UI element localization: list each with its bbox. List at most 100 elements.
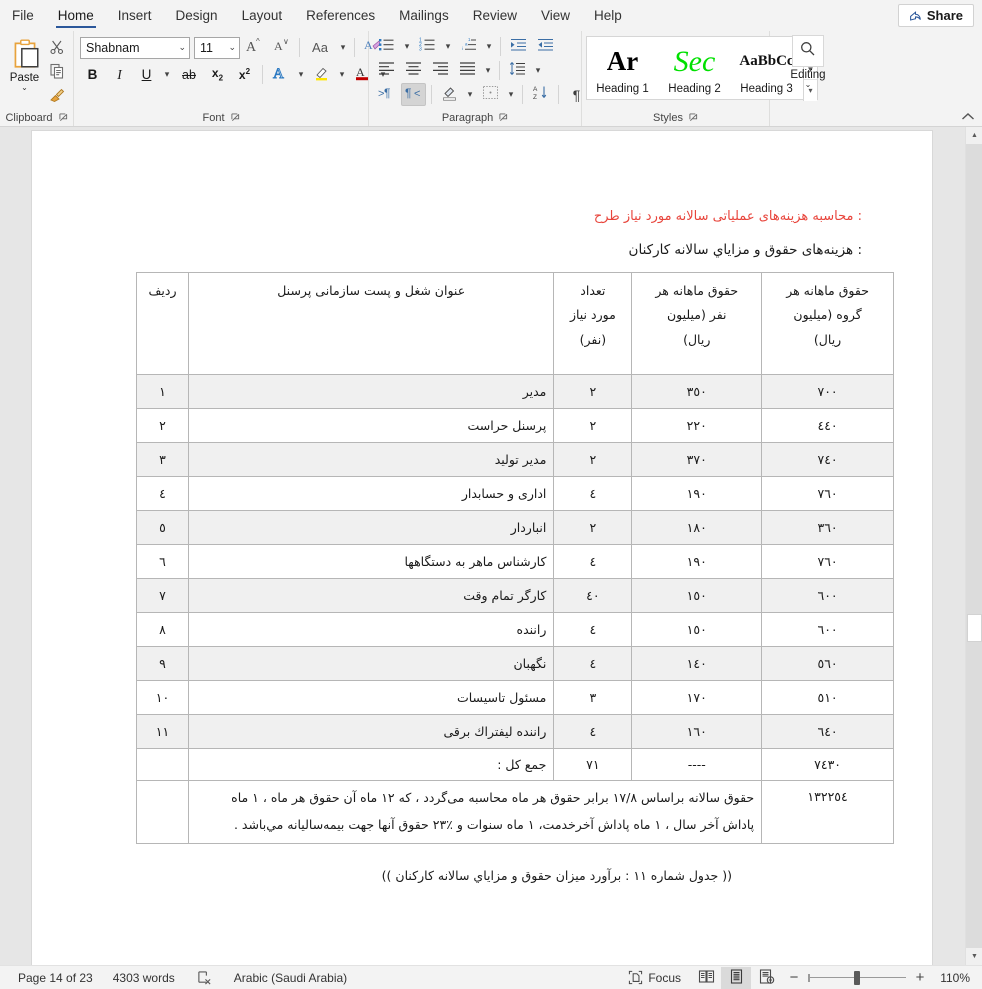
text-effects-button[interactable]: A bbox=[268, 63, 293, 86]
dialog-launcher-icon[interactable] bbox=[499, 113, 508, 122]
zoom-out-button[interactable]: − bbox=[787, 969, 801, 987]
underline-caret[interactable]: ▾ bbox=[161, 63, 173, 86]
tab-references[interactable]: References bbox=[294, 0, 387, 31]
cell-radif: ١ bbox=[136, 374, 189, 409]
table-row[interactable]: ٧٤٠ ٣٧٠ ٢ مدیر تولید ٣ bbox=[136, 442, 894, 477]
line-spacing-button[interactable] bbox=[505, 59, 530, 82]
tab-mailings[interactable]: Mailings bbox=[387, 0, 461, 31]
document-canvas[interactable]: محاسبه هزینه‌های عملیاتی سالانه مورد نیا… bbox=[0, 127, 982, 965]
table-row[interactable]: ٤٤٠ ٢٢٠ ٢ پرسنل حراست ٢ bbox=[136, 408, 894, 443]
tab-help[interactable]: Help bbox=[582, 0, 634, 31]
scrollbar-thumb[interactable] bbox=[967, 614, 982, 642]
rtl-text-direction-button[interactable]: ¶ < bbox=[401, 83, 426, 106]
copy-button[interactable] bbox=[45, 62, 68, 84]
print-layout-button[interactable] bbox=[721, 966, 751, 989]
align-right-button[interactable] bbox=[428, 59, 453, 82]
format-painter-icon bbox=[49, 87, 65, 108]
table-total-row[interactable]: ٧٤٣٠ ---- ٧١ جمع كل : bbox=[136, 748, 894, 781]
page-indicator[interactable]: Page 14 of 23 bbox=[8, 971, 103, 985]
document-vertical-scrollbar[interactable]: ▲ ▼ bbox=[965, 127, 982, 965]
justify-button[interactable] bbox=[455, 59, 480, 82]
language-indicator[interactable]: Arabic (Saudi Arabia) bbox=[224, 971, 357, 985]
cell-radif: ٨ bbox=[136, 612, 189, 647]
table-row[interactable]: ٧٠٠ ٣٥٠ ٢ مدیر ١ bbox=[136, 374, 894, 409]
tab-design[interactable]: Design bbox=[164, 0, 230, 31]
tab-home[interactable]: Home bbox=[46, 0, 106, 31]
tab-layout[interactable]: Layout bbox=[230, 0, 295, 31]
grow-font-button[interactable]: A ^ bbox=[242, 36, 267, 59]
justify-caret[interactable]: ▾ bbox=[482, 59, 494, 82]
align-center-button[interactable] bbox=[401, 59, 426, 82]
increase-indent-button[interactable] bbox=[533, 35, 558, 58]
word-count[interactable]: 4303 words bbox=[103, 971, 185, 985]
text-highlight-caret[interactable]: ▾ bbox=[336, 63, 348, 86]
cell-per-person: ١٥٠ bbox=[631, 612, 763, 647]
numbering-button[interactable]: 123 bbox=[415, 35, 440, 58]
text-highlight-button[interactable] bbox=[309, 63, 334, 86]
bold-button[interactable]: B bbox=[80, 63, 105, 86]
borders-caret[interactable]: ▾ bbox=[505, 83, 517, 106]
ltr-text-direction-button[interactable]: > ¶ bbox=[374, 83, 399, 106]
table-row[interactable]: ٦٤٠ ١٦٠ ٤ راننده لیفتراك برقی ١١ bbox=[136, 714, 894, 749]
style-heading-1[interactable]: Ar Heading 1 bbox=[587, 37, 659, 99]
style-heading-2[interactable]: Sec Heading 2 bbox=[659, 37, 731, 99]
table-row[interactable]: ٧٦٠ ١٩٠ ٤ كارشناس ماهر به دستگاهها ٦ bbox=[136, 544, 894, 579]
proofing-status-button[interactable] bbox=[185, 970, 224, 985]
dialog-launcher-icon[interactable] bbox=[230, 113, 240, 122]
tab-view[interactable]: View bbox=[529, 0, 582, 31]
tab-insert[interactable]: Insert bbox=[106, 0, 164, 31]
salary-table[interactable]: حقوق ماهانه هر گروه (میلیون ریال) حقوق م… bbox=[136, 272, 894, 844]
table-row[interactable]: ٥٦٠ ١٤٠ ٤ نگهبان ٩ bbox=[136, 646, 894, 681]
decrease-indent-button[interactable] bbox=[506, 35, 531, 58]
table-row[interactable]: ٧٦٠ ١٩٠ ٤ اداری و حسابدار ٤ bbox=[136, 476, 894, 511]
multilevel-list-button[interactable]: 1ai bbox=[456, 35, 481, 58]
dialog-launcher-icon[interactable] bbox=[58, 113, 68, 122]
scroll-down-button[interactable]: ▼ bbox=[966, 948, 982, 965]
collapse-ribbon-icon[interactable] bbox=[960, 109, 976, 125]
italic-button[interactable]: I bbox=[107, 63, 132, 86]
table-row[interactable]: ٦٠٠ ١٥٠ ٤٠ كارگر تمام وقت ٧ bbox=[136, 578, 894, 613]
scroll-up-button[interactable]: ▲ bbox=[966, 127, 982, 144]
line-spacing-caret[interactable]: ▾ bbox=[532, 59, 544, 82]
sort-button[interactable]: AZ bbox=[528, 83, 553, 106]
paragraph-group-label: Paragraph bbox=[441, 111, 494, 124]
font-size-combobox[interactable]: 11 ⌄ bbox=[194, 36, 240, 59]
tab-file[interactable]: File bbox=[0, 0, 46, 31]
format-painter-button[interactable] bbox=[45, 86, 68, 108]
paste-button[interactable]: Paste ⌄ bbox=[4, 35, 45, 92]
zoom-level[interactable]: 110% bbox=[934, 971, 972, 985]
paragraph-shading-caret[interactable]: ▾ bbox=[464, 83, 476, 106]
align-left-button[interactable] bbox=[374, 59, 399, 82]
change-case-button[interactable]: Aa bbox=[305, 36, 335, 59]
zoom-slider[interactable] bbox=[808, 970, 906, 986]
strikethrough-button[interactable]: ab bbox=[175, 63, 203, 86]
underline-button[interactable]: U bbox=[134, 63, 159, 86]
tab-review[interactable]: Review bbox=[461, 0, 529, 31]
web-layout-button[interactable] bbox=[751, 967, 781, 989]
cut-button[interactable] bbox=[45, 38, 68, 60]
scrollbar-track[interactable] bbox=[966, 144, 982, 948]
superscript-button[interactable]: x2 bbox=[232, 63, 257, 86]
text-effects-caret[interactable]: ▾ bbox=[295, 63, 307, 86]
multilevel-list-caret[interactable]: ▾ bbox=[483, 35, 495, 58]
bullets-button[interactable] bbox=[374, 35, 399, 58]
borders-button[interactable] bbox=[478, 83, 503, 106]
numbering-caret[interactable]: ▾ bbox=[442, 35, 454, 58]
table-row[interactable]: ٣٦٠ ١٨٠ ٢ انباردار ٥ bbox=[136, 510, 894, 545]
share-button[interactable]: Share bbox=[897, 4, 974, 27]
font-name-combobox[interactable]: Shabnam ⌄ bbox=[80, 36, 190, 59]
paragraph-shading-button[interactable] bbox=[437, 83, 462, 106]
shrink-font-button[interactable]: A ∨ bbox=[269, 36, 294, 59]
editing-button[interactable]: Editing ⌄ bbox=[790, 35, 826, 89]
zoom-in-button[interactable]: + bbox=[913, 969, 927, 987]
zoom-slider-thumb[interactable] bbox=[854, 970, 860, 985]
bullets-caret[interactable]: ▾ bbox=[401, 35, 413, 58]
read-mode-button[interactable] bbox=[691, 967, 721, 989]
table-row[interactable]: ٥١٠ ١٧٠ ٣ مسئول تاسیسات ١٠ bbox=[136, 680, 894, 715]
dialog-launcher-icon[interactable] bbox=[689, 113, 698, 122]
change-case-caret[interactable]: ▾ bbox=[337, 36, 349, 59]
subscript-button[interactable]: x2 bbox=[205, 63, 230, 86]
focus-mode-button[interactable]: Focus bbox=[618, 970, 691, 985]
table-row[interactable]: ٦٠٠ ١٥٠ ٤ راننده ٨ bbox=[136, 612, 894, 647]
table-note-row[interactable]: ١٣٢٢٥٤ حقوق سالانه براساس ١٧/٨ برابر حقو… bbox=[136, 780, 894, 844]
